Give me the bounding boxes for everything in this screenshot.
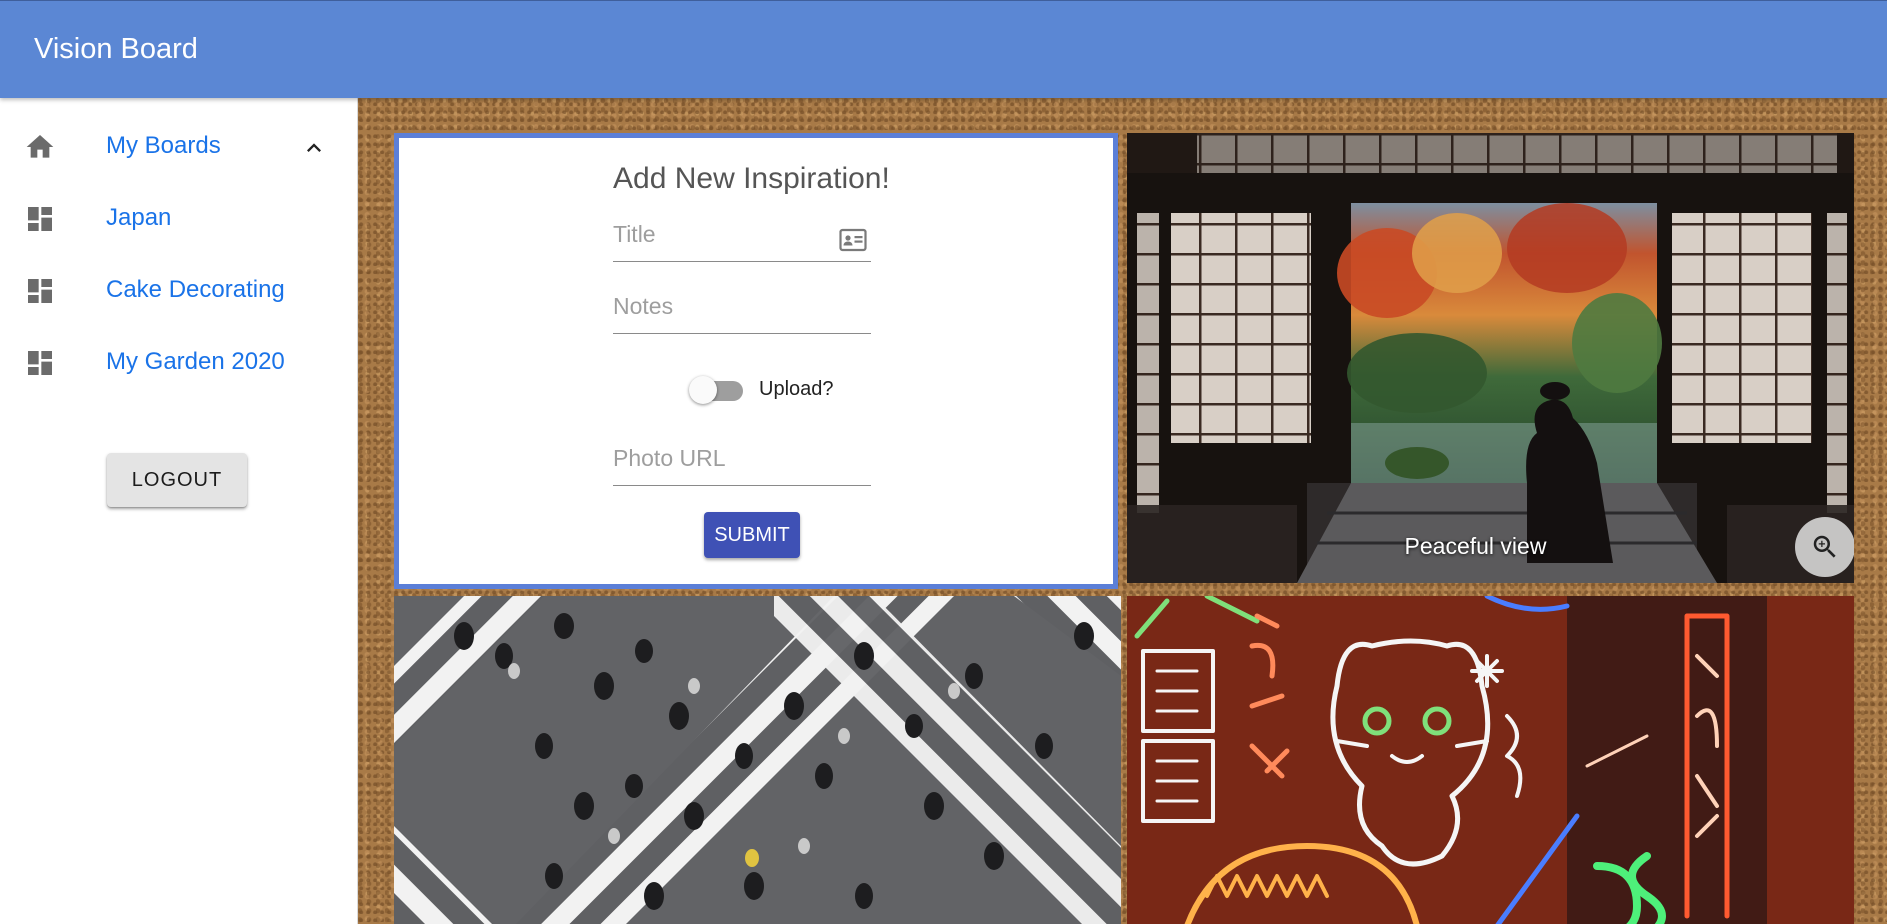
sidebar-item-label: My Boards — [106, 132, 221, 159]
home-icon — [26, 135, 54, 158]
sidebar-item-label: Japan — [106, 204, 172, 231]
app-title: Vision Board — [34, 33, 198, 65]
submit-button[interactable]: SUBMIT — [704, 512, 800, 558]
photo-url-input[interactable] — [613, 438, 871, 486]
photo-caption: Peaceful view — [1404, 533, 1547, 559]
dashboard-icon — [28, 207, 52, 231]
photo-tile-crossing[interactable] — [394, 596, 1121, 924]
dashboard-icon — [28, 351, 52, 375]
zoom-in-icon — [1813, 535, 1836, 558]
toggle-thumb — [689, 376, 717, 404]
id-card-icon — [839, 228, 867, 252]
crosswalk-crowd-photo — [394, 596, 1121, 924]
app-bar: Vision Board — [0, 0, 1887, 98]
zoom-button[interactable] — [1795, 517, 1854, 577]
title-input[interactable] — [613, 214, 871, 262]
sidebar-item-my-garden-2020[interactable]: My Garden 2020 — [0, 326, 358, 398]
chevron-up-icon[interactable] — [300, 134, 328, 162]
dashboard-icon — [28, 279, 52, 303]
cork-board: Add New Inspiration! Upload? SUBMIT — [358, 98, 1887, 924]
upload-toggle-label: Upload? — [759, 378, 834, 400]
sidebar-item-label: Cake Decorating — [106, 276, 285, 303]
form-heading: Add New Inspiration! — [613, 162, 890, 195]
neon-cat-sign-photo — [1127, 596, 1854, 924]
upload-toggle[interactable] — [689, 374, 745, 404]
photo-tile-garden[interactable]: Peaceful view — [1127, 133, 1854, 583]
add-inspiration-form: Add New Inspiration! Upload? SUBMIT — [394, 133, 1118, 589]
notes-input[interactable] — [613, 286, 871, 334]
sidebar-item-cake-decorating[interactable]: Cake Decorating — [0, 254, 358, 326]
photo-tile-neon[interactable] — [1127, 596, 1854, 924]
sidebar: My Boards Japan Cake Decorating My Garde… — [0, 98, 358, 924]
sidebar-item-label: My Garden 2020 — [106, 348, 285, 375]
japanese-garden-photo — [1127, 133, 1854, 583]
sidebar-item-my-boards[interactable]: My Boards — [0, 110, 358, 182]
sidebar-item-japan[interactable]: Japan — [0, 182, 358, 254]
logout-button[interactable]: LOGOUT — [107, 453, 247, 507]
